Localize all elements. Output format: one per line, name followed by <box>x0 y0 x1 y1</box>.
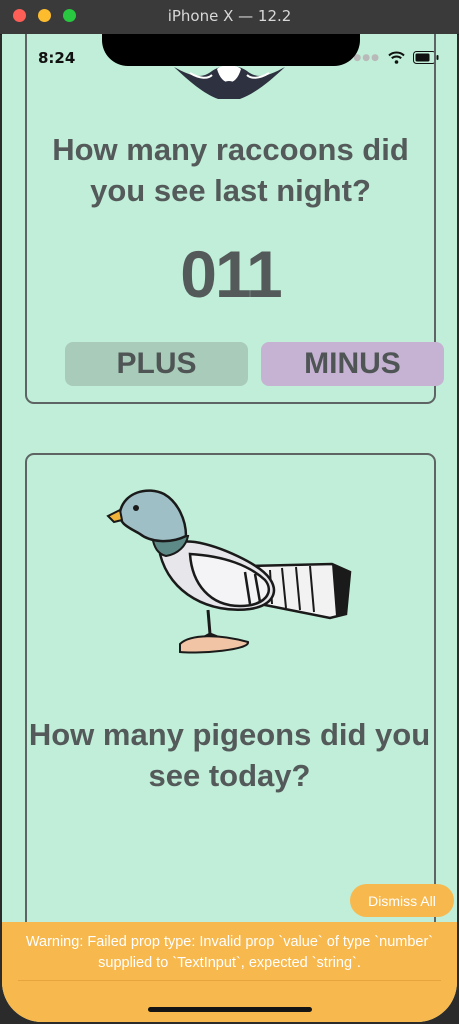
raccoon-question: How many raccoons did you see last night… <box>52 132 409 208</box>
phone-screen: 8:24 ●●●● How many raccoons did you see … <box>2 34 457 1022</box>
window-title: iPhone X — 12.2 <box>167 7 292 25</box>
dismiss-all-button[interactable]: Dismiss All <box>350 884 454 917</box>
minus-button[interactable]: MINUS <box>261 342 444 386</box>
pigeon-question: How many pigeons did you see today? <box>28 717 431 793</box>
window-title-bar: iPhone X — 12.2 <box>0 0 459 35</box>
plus-button[interactable]: PLUS <box>65 342 248 386</box>
raccoon-card: How many raccoons did you see last night… <box>25 34 444 404</box>
divider <box>18 980 441 981</box>
device-notch <box>102 34 360 66</box>
raccoon-count-input[interactable]: 011 <box>27 236 434 312</box>
home-indicator[interactable] <box>148 1007 312 1012</box>
pigeon-icon <box>106 489 352 654</box>
warning-message: Warning: Failed prop type: Invalid prop … <box>25 934 434 971</box>
